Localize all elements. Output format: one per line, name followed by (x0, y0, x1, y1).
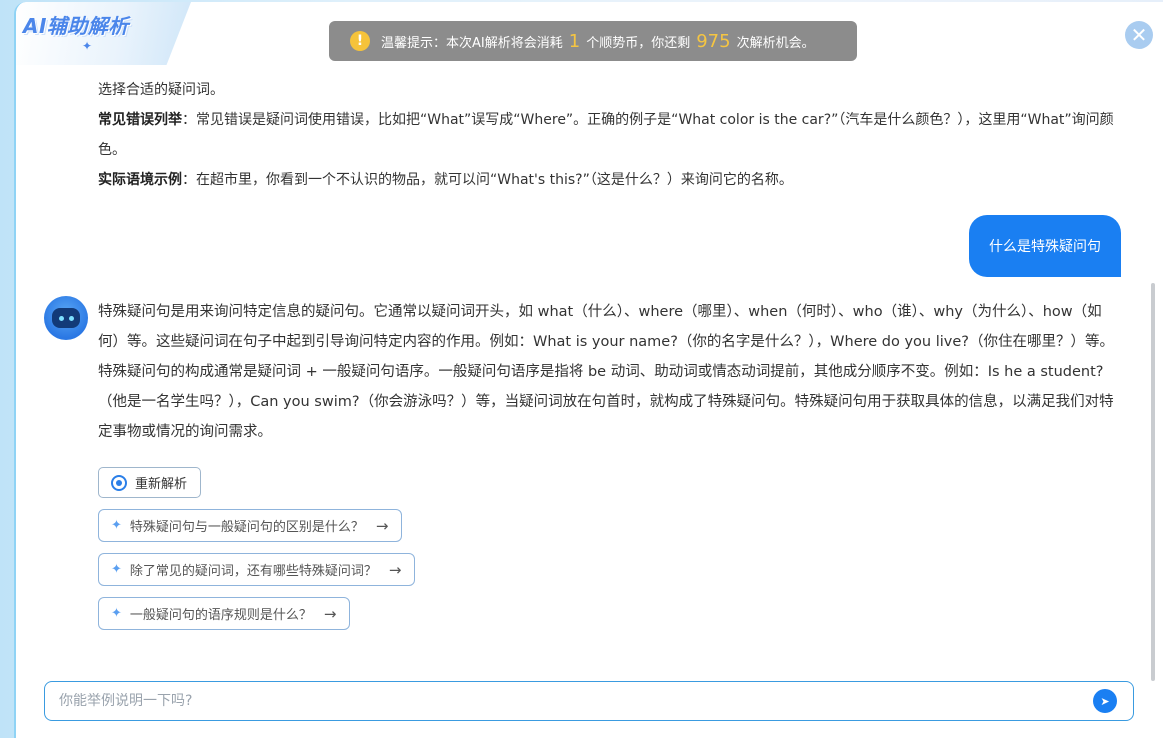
toast-suffix: 次解析机会。 (736, 35, 815, 51)
previous-answer-errors: 常见错误列举：常见错误是疑问词使用错误，比如把“What”误写成“Where”。… (98, 105, 1122, 165)
arrow-right-icon: → (388, 560, 402, 579)
sparkle-icon: ✦ (111, 606, 122, 621)
previous-answer-example: 实际语境示例：在超市里，你看到一个不认识的物品，就可以问“What's this… (98, 165, 1122, 195)
error-text: ：常见错误是疑问词使用错误，比如把“What”误写成“Where”。正确的例子是… (98, 112, 1114, 158)
close-icon: ✕ (1130, 23, 1148, 47)
warning-icon: ! (350, 31, 370, 51)
suggestion-label: 一般疑问句的语序规则是什么？ (129, 608, 312, 623)
warning-toast: ! 温馨提示：本次AI解析将会消耗 1 个顺势币，你还剩 975 次解析机会。 (329, 21, 857, 61)
suggestion-button[interactable]: ✦ 除了常见的疑问词，还有哪些特殊疑问词？ → (98, 553, 415, 586)
arrow-right-icon: → (323, 604, 337, 623)
regenerate-button[interactable]: 重新解析 (98, 467, 201, 498)
example-label: 实际语境示例 (98, 172, 182, 188)
suggestion-label: 除了常见的疑问词，还有哪些特殊疑问词？ (129, 564, 377, 579)
suggestion-button[interactable]: ✦ 一般疑问句的语序规则是什么？ → (98, 597, 350, 630)
previous-answer-line: 选择合适的疑问词。 (98, 82, 224, 98)
logo: AI辅助解析 (23, 14, 129, 38)
send-button[interactable]: ➤ (1093, 689, 1117, 713)
previous-answer: 选择合适的疑问词。 常见错误列举：常见错误是疑问词使用错误，比如把“What”误… (98, 75, 1122, 195)
send-icon: ➤ (1100, 694, 1110, 708)
suggestion-button[interactable]: ✦ 特殊疑问句与一般疑问句的区别是什么？ → (98, 509, 402, 542)
suggestion-label: 特殊疑问句与一般疑问句的区别是什么？ (129, 520, 364, 535)
close-button[interactable]: ✕ (1125, 21, 1153, 49)
chat-input[interactable] (59, 693, 1093, 709)
regenerate-label: 重新解析 (135, 477, 188, 492)
sparkle-icon: ✦ (82, 39, 93, 53)
regenerate-icon (111, 474, 127, 491)
toast-remaining: 975 (696, 30, 731, 52)
error-label: 常见错误列举 (98, 112, 182, 128)
robot-avatar-icon (44, 296, 88, 340)
scrollbar[interactable] (1151, 283, 1155, 681)
toast-cost: 1 (568, 30, 581, 52)
toast-prefix: 温馨提示：本次AI解析将会消耗 (381, 35, 563, 51)
sparkle-icon: ✦ (111, 518, 122, 533)
example-text: ：在超市里，你看到一个不认识的物品，就可以问“What's this?”（这是什… (182, 172, 793, 188)
user-message-bubble: 什么是特殊疑问句 (969, 215, 1121, 277)
toast-middle: 个顺势币，你还剩 (586, 35, 691, 51)
chat-input-bar: ➤ (44, 681, 1134, 721)
ai-answer-text: 特殊疑问句是用来询问特定信息的疑问句。它通常以疑问词开头，如 what（什么）、… (98, 304, 1114, 440)
sparkle-icon: ✦ (111, 562, 122, 577)
arrow-right-icon: → (375, 516, 389, 535)
